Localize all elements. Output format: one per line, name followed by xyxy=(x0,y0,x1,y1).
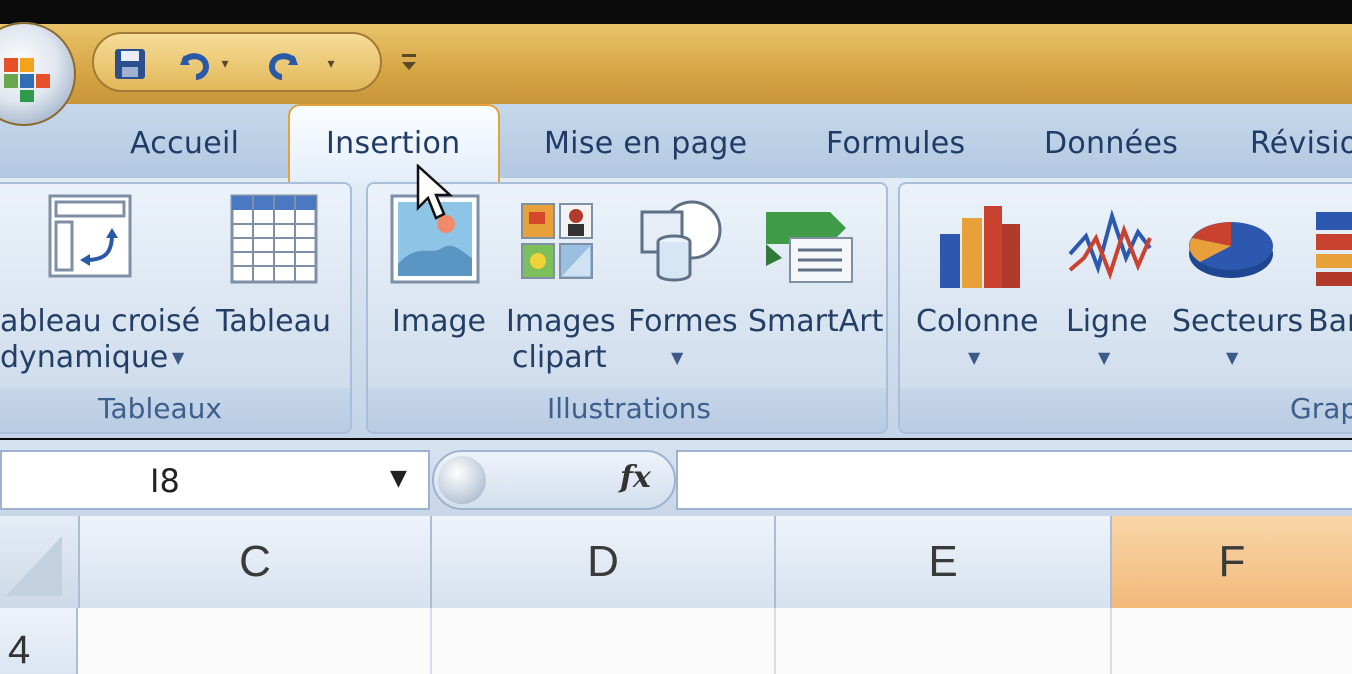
grid-rows xyxy=(0,608,1352,674)
column-chart-dropdown-icon[interactable]: ▼ xyxy=(968,348,980,367)
group-graphiques-label: Grap xyxy=(1290,392,1352,425)
column-header-e[interactable]: E xyxy=(774,516,1110,608)
table-icon[interactable] xyxy=(230,194,318,284)
name-box[interactable] xyxy=(0,450,430,510)
tab-insertion[interactable]: Insertion xyxy=(326,126,460,161)
column-chart-label[interactable]: Colonne xyxy=(916,304,1038,340)
clipart-label-1[interactable]: Images xyxy=(506,304,616,340)
gridline xyxy=(774,608,776,674)
column-header-f[interactable]: F xyxy=(1110,516,1352,608)
pivot-table-icon[interactable] xyxy=(48,194,132,278)
line-chart-label[interactable]: Ligne xyxy=(1066,304,1148,340)
mouse-cursor-icon xyxy=(416,164,454,220)
customize-qat-icon[interactable] xyxy=(398,44,422,80)
tab-formules[interactable]: Formules xyxy=(826,126,965,161)
group-tableaux-label: Tableaux xyxy=(98,392,222,425)
gridline xyxy=(1110,608,1112,674)
name-box-dropdown-icon[interactable]: ▼ xyxy=(390,466,407,491)
redo-icon[interactable] xyxy=(264,44,304,84)
shapes-dropdown-icon[interactable]: ▼ xyxy=(671,348,683,367)
tab-revision[interactable]: Révisio xyxy=(1250,126,1352,161)
gridline xyxy=(430,608,432,674)
expand-circle-icon[interactable] xyxy=(438,456,486,504)
pivot-table-dropdown-icon[interactable]: ▼ xyxy=(172,348,184,367)
clipart-label-2[interactable]: clipart xyxy=(512,340,607,376)
line-chart-dropdown-icon[interactable]: ▼ xyxy=(1098,348,1110,367)
column-header-c[interactable]: C xyxy=(78,516,430,608)
formula-input[interactable] xyxy=(676,450,1352,510)
quick-access-toolbar: ▾ ▾ xyxy=(92,32,382,92)
smartart-icon[interactable] xyxy=(762,210,856,284)
insert-function-button[interactable]: fx xyxy=(620,460,651,495)
undo-icon[interactable] xyxy=(174,44,214,84)
pie-chart-icon[interactable] xyxy=(1186,216,1276,280)
group-graphiques-label-band xyxy=(900,388,1352,432)
undo-dropdown-icon[interactable]: ▾ xyxy=(216,44,234,84)
table-label[interactable]: Tableau xyxy=(216,304,331,340)
pivot-table-label-1[interactable]: ableau croisé xyxy=(0,304,200,340)
tab-accueil[interactable]: Accueil xyxy=(130,126,239,161)
office-logo-icon xyxy=(4,58,50,102)
redo-dropdown-icon[interactable]: ▾ xyxy=(322,44,340,84)
shapes-icon[interactable] xyxy=(636,198,722,284)
save-icon[interactable] xyxy=(110,44,150,84)
smartart-label[interactable]: SmartArt xyxy=(748,304,883,340)
bar-chart-icon[interactable] xyxy=(1316,210,1352,288)
bar-chart-label[interactable]: Bar xyxy=(1308,304,1352,340)
line-chart-icon[interactable] xyxy=(1068,208,1152,284)
tab-mise-en-page[interactable]: Mise en page xyxy=(544,126,747,161)
shapes-label[interactable]: Formes xyxy=(628,304,738,340)
clipart-icon[interactable] xyxy=(520,202,596,280)
pivot-table-label-2[interactable]: dynamique xyxy=(0,340,168,376)
pie-chart-label[interactable]: Secteurs xyxy=(1172,304,1303,340)
column-chart-icon[interactable] xyxy=(938,204,1022,290)
pie-chart-dropdown-icon[interactable]: ▼ xyxy=(1226,348,1238,367)
tab-donnees[interactable]: Données xyxy=(1044,126,1178,161)
select-all-button[interactable] xyxy=(0,516,78,608)
name-box-value: I8 xyxy=(150,462,180,500)
column-header-d[interactable]: D xyxy=(430,516,774,608)
row-header-4[interactable]: 4 xyxy=(0,608,78,674)
image-label[interactable]: Image xyxy=(392,304,486,340)
group-illustrations-label: Illustrations xyxy=(546,392,712,425)
